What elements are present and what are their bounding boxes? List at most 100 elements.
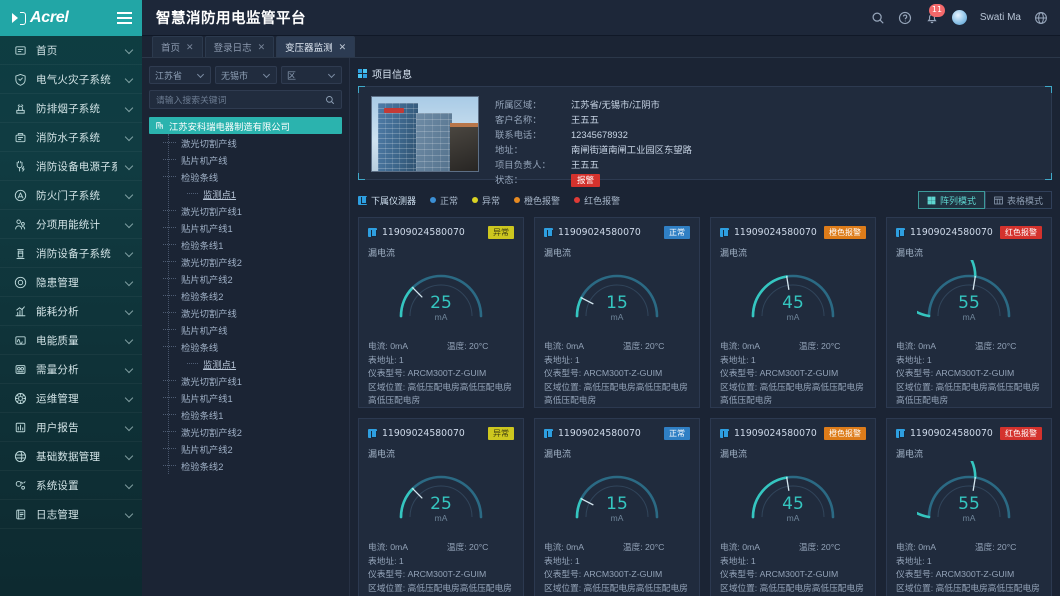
sidebar-item-4[interactable]: 消防水子系统	[0, 123, 142, 152]
sidebar-item-11[interactable]: 电能质量	[0, 326, 142, 355]
tree-node-11[interactable]: 激光切割产线	[149, 304, 342, 321]
tree-node-1[interactable]: 激光切割产线	[149, 134, 342, 151]
sidebar-item-16[interactable]: 系统设置	[0, 471, 142, 500]
tree-node-19[interactable]: 贴片机产线2	[149, 440, 342, 457]
device-card-8[interactable]: 11909024580070红色报警漏电流55mA电流: 0mA温度: 20°C…	[886, 418, 1052, 596]
tree-node-6[interactable]: 贴片机产线1	[149, 219, 342, 236]
mode-button-1[interactable]: 阵列模式	[918, 191, 985, 209]
legend-bar: 下属仪测器 正常异常橙色报警红色报警 阵列模式表格模式	[358, 190, 1052, 210]
legend-item-3[interactable]: 橙色报警	[514, 194, 560, 207]
leakage-gauge: 45mA	[720, 461, 866, 531]
tab-2[interactable]: 登录日志✕	[205, 36, 275, 57]
device-card-2[interactable]: 11909024580070正常漏电流15mA电流: 0mA温度: 20°C表地…	[534, 217, 700, 408]
mode-button-label: 表格模式	[1007, 194, 1043, 207]
province-select[interactable]: 江苏省	[149, 66, 211, 84]
tree-branch-line	[163, 295, 176, 296]
status-badge: 橙色报警	[824, 226, 866, 239]
legend-item-4[interactable]: 红色报警	[574, 194, 620, 207]
address-key: 表地址:	[720, 556, 748, 566]
device-serial: 11909024580070	[734, 227, 817, 238]
mode-button-2[interactable]: 表格模式	[985, 191, 1052, 209]
gauge-value-group: 45mA	[782, 495, 804, 523]
close-icon[interactable]: ✕	[258, 42, 266, 53]
sidebar-item-13[interactable]: 运维管理	[0, 384, 142, 413]
tree-node-10[interactable]: 检验条线2	[149, 287, 342, 304]
legend-item-2[interactable]: 异常	[472, 194, 500, 207]
device-card-5[interactable]: 11909024580070异常漏电流25mA电流: 0mA温度: 20°C表地…	[358, 418, 524, 596]
device-card-details: 电流: 0mA温度: 20°C表地址: 1仪表型号: ARCM300T-Z-GU…	[720, 340, 866, 408]
device-card-1[interactable]: 11909024580070异常漏电流25mA电流: 0mA温度: 20°C表地…	[358, 217, 524, 408]
sidebar-item-2[interactable]: 电气火灾子系统	[0, 65, 142, 94]
sidebar-item-15[interactable]: 基础数据管理	[0, 442, 142, 471]
device-card-details: 电流: 0mA温度: 20°C表地址: 1仪表型号: ARCM300T-Z-GU…	[544, 541, 690, 596]
device-card-6[interactable]: 11909024580070正常漏电流15mA电流: 0mA温度: 20°C表地…	[534, 418, 700, 596]
tree-node-3[interactable]: 检验条线	[149, 168, 342, 185]
tree-root-node[interactable]: 江苏安科瑞电器制造有限公司	[149, 117, 342, 134]
device-serial: 11909024580070	[558, 227, 641, 238]
tab-1[interactable]: 首页✕	[152, 36, 203, 57]
legend-label: 异常	[482, 194, 500, 207]
sidebar-item-5[interactable]: 消防设备电源子系统	[0, 152, 142, 181]
legend-dot	[472, 197, 478, 203]
sidebar-item-label: 消防设备子系统	[36, 246, 117, 261]
status-badge: 正常	[664, 427, 690, 440]
gauge-value-group: 55mA	[958, 294, 980, 322]
district-select[interactable]: 区	[281, 66, 342, 84]
city-select[interactable]: 无锡市	[215, 66, 277, 84]
project-info-fields: 所属区域：江苏省/无锡市/江阴市客户名称：王五五联系电话：12345678932…	[495, 96, 692, 170]
tree-node-5[interactable]: 激光切割产线1	[149, 202, 342, 219]
gauge-value-group: 25mA	[430, 294, 452, 322]
sidebar-item-label: 消防设备电源子系统	[36, 159, 117, 174]
sidebar-item-9[interactable]: 隐患管理	[0, 268, 142, 297]
sidebar-item-label: 基础数据管理	[36, 449, 117, 464]
brand-logo[interactable]: Acrel	[12, 9, 69, 27]
device-card-header: 11909024580070异常	[368, 226, 514, 239]
area-key: 区域位置:	[368, 583, 405, 593]
sidebar-item-6[interactable]: 防火门子系统	[0, 181, 142, 210]
tree-search-box[interactable]	[149, 90, 342, 109]
sidebar-item-14[interactable]: 用户报告	[0, 413, 142, 442]
sidebar-item-10[interactable]: 能耗分析	[0, 297, 142, 326]
tree-node-14[interactable]: 监测点1	[149, 355, 342, 372]
close-icon[interactable]: ✕	[186, 42, 194, 53]
device-card-3[interactable]: 11909024580070橙色报警漏电流45mA电流: 0mA温度: 20°C…	[710, 217, 876, 408]
tree-node-17[interactable]: 检验条线1	[149, 406, 342, 423]
hamburger-icon[interactable]	[117, 12, 132, 24]
search-input[interactable]	[156, 95, 325, 105]
sidebar-item-3[interactable]: 防排烟子系统	[0, 94, 142, 123]
grid-square-icon	[358, 69, 367, 78]
gauge-value: 55	[958, 495, 980, 513]
avatar[interactable]	[952, 10, 967, 25]
sidebar-item-7[interactable]: 分项用能统计	[0, 210, 142, 239]
tree-node-9[interactable]: 贴片机产线2	[149, 270, 342, 287]
legend-item-1[interactable]: 正常	[430, 194, 458, 207]
tree-node-2[interactable]: 贴片机产线	[149, 151, 342, 168]
tree-node-12[interactable]: 贴片机产线	[149, 321, 342, 338]
globe-icon[interactable]	[1034, 11, 1048, 25]
tree-node-13[interactable]: 检验条线	[149, 338, 342, 355]
chevron-down-icon	[264, 72, 271, 79]
search-icon[interactable]	[325, 95, 335, 105]
search-icon[interactable]	[871, 11, 885, 25]
tree-node-18[interactable]: 激光切割产线2	[149, 423, 342, 440]
tree-node-8[interactable]: 激光切割产线2	[149, 253, 342, 270]
tree-node-16[interactable]: 贴片机产线1	[149, 389, 342, 406]
tree-node-7[interactable]: 检验条线1	[149, 236, 342, 253]
bell-icon[interactable]: 11	[925, 11, 939, 25]
device-card-4[interactable]: 11909024580070红色报警漏电流55mA电流: 0mA温度: 20°C…	[886, 217, 1052, 408]
tree-node-label: 激光切割产线2	[181, 255, 242, 269]
device-card-7[interactable]: 11909024580070橙色报警漏电流45mA电流: 0mA温度: 20°C…	[710, 418, 876, 596]
sidebar-item-12[interactable]: 需量分析	[0, 355, 142, 384]
gauge-unit: mA	[430, 513, 452, 523]
close-icon[interactable]: ✕	[339, 42, 347, 53]
tree-node-15[interactable]: 激光切割产线1	[149, 372, 342, 389]
sidebar-item-17[interactable]: 日志管理	[0, 500, 142, 529]
sidebar-item-label: 需量分析	[36, 362, 117, 377]
sidebar-item-1[interactable]: 首页	[0, 36, 142, 65]
tree-node-20[interactable]: 检验条线2	[149, 457, 342, 474]
sidebar-item-8[interactable]: 消防设备子系统	[0, 239, 142, 268]
tree-node-4[interactable]: 监测点1	[149, 185, 342, 202]
target-icon	[13, 275, 27, 289]
tab-3[interactable]: 变压器监测✕	[276, 36, 355, 57]
help-icon[interactable]	[898, 11, 912, 25]
